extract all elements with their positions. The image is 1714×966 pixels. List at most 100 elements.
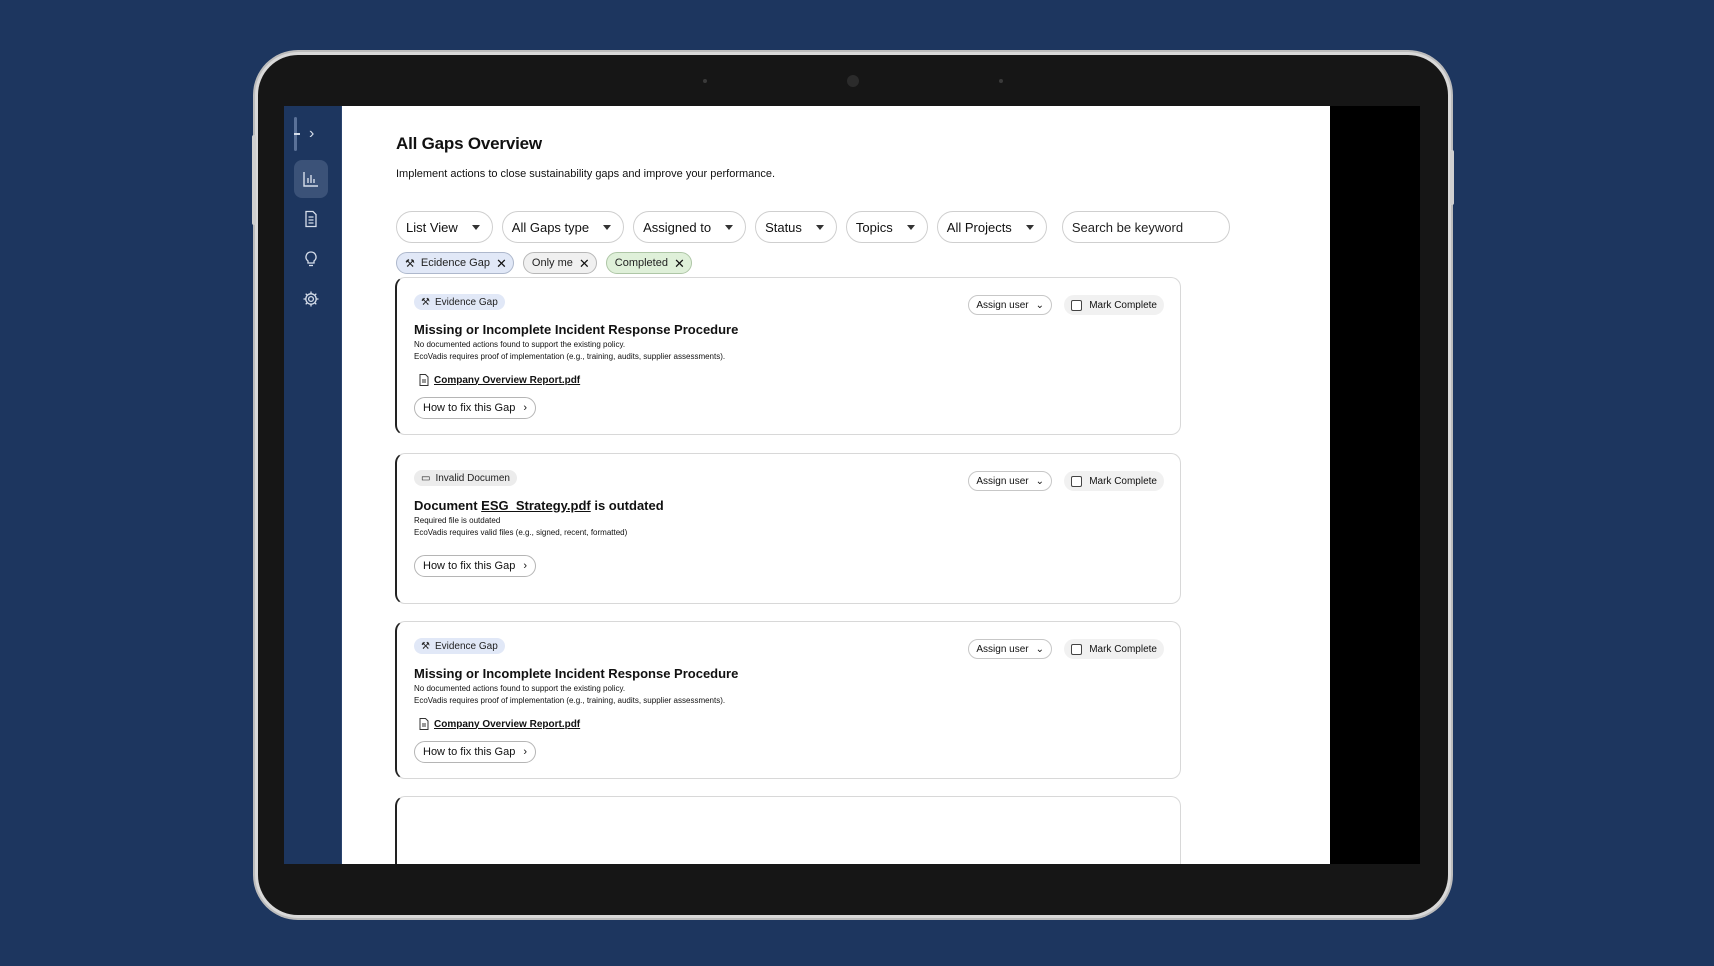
file-icon: [419, 718, 429, 730]
chip-label: Only me: [531, 257, 573, 269]
file-icon: [419, 374, 429, 386]
checkbox-icon: [1071, 643, 1083, 655]
mark-complete-checkbox[interactable]: Mark Complete: [1064, 295, 1164, 315]
search-input[interactable]: [1061, 211, 1230, 243]
gap-description: No documented actions found to support t…: [414, 340, 626, 349]
sidebar: ›: [284, 106, 342, 864]
tools-icon: ⚒: [405, 257, 415, 270]
assign-label: Assign user: [976, 475, 1029, 487]
document-link[interactable]: ESG_Strategy.pdf: [481, 498, 591, 513]
assign-label: Assign user: [976, 299, 1029, 311]
gap-title: Missing or Incomplete Incident Response …: [414, 322, 739, 337]
chevron-right-icon: ›: [523, 402, 527, 414]
fix-label: How to fix this Gap: [423, 560, 516, 572]
filter-label: Assigned to: [643, 219, 712, 235]
gap-card: [395, 796, 1181, 864]
filter-label: Status: [765, 219, 802, 235]
page-subtitle: Implement actions to close sustainabilit…: [396, 168, 776, 180]
caret-down-icon: [471, 224, 480, 230]
filter-label: All Projects: [946, 219, 1012, 235]
lightbulb-icon: [305, 251, 317, 267]
attachment-link[interactable]: Company Overview Report.pdf: [419, 374, 580, 386]
close-icon[interactable]: ✕: [579, 257, 590, 270]
close-icon[interactable]: ✕: [674, 257, 685, 270]
title-prefix: Document: [414, 498, 482, 513]
gap-title: Document ESG_Strategy.pdf is outdated: [414, 498, 664, 513]
fix-label: How to fix this Gap: [423, 746, 516, 758]
assign-user-dropdown[interactable]: Assign user ⌄: [968, 295, 1052, 315]
filter-bar: List View All Gaps type Assigned to Stat…: [396, 211, 1230, 243]
mark-label: Mark Complete: [1089, 299, 1157, 311]
chip-only-me[interactable]: Only me ✕: [522, 252, 597, 274]
chevron-down-icon: ⌄: [1035, 299, 1044, 311]
gap-card: ▭ Invalid Documen Assign user ⌄ Mark Com…: [395, 453, 1181, 604]
assign-user-dropdown[interactable]: Assign user ⌄: [968, 639, 1052, 659]
chip-evidence-gap[interactable]: ⚒ Ecidence Gap ✕: [396, 252, 514, 274]
caret-down-icon: [906, 224, 915, 230]
tools-icon: ⚒: [421, 640, 430, 652]
how-to-fix-button[interactable]: How to fix this Gap ›: [414, 741, 536, 763]
mark-complete-checkbox[interactable]: Mark Complete: [1064, 471, 1164, 491]
sidebar-item-settings[interactable]: [294, 280, 328, 318]
filter-projects-dropdown[interactable]: All Projects: [936, 211, 1047, 243]
checkbox-icon: [1071, 475, 1083, 487]
gap-type-tag: ⚒ Evidence Gap: [414, 638, 505, 654]
page-title: All Gaps Overview: [396, 134, 542, 153]
tablet-frame: › All Gaps Overview Implement actions to…: [252, 55, 1454, 915]
active-filter-chips: ⚒ Ecidence Gap ✕ Only me ✕ Completed ✕: [396, 252, 692, 274]
tools-icon: ⚒: [421, 296, 430, 308]
filter-label: List View: [406, 219, 458, 235]
filter-gaps-type-dropdown[interactable]: All Gaps type: [501, 211, 625, 243]
sensor-dot: [999, 79, 1003, 83]
caret-down-icon: [1025, 224, 1034, 230]
filter-status-dropdown[interactable]: Status: [755, 211, 837, 243]
mark-complete-checkbox[interactable]: Mark Complete: [1064, 639, 1164, 659]
gap-card: ⚒ Evidence Gap Assign user ⌄ Mark Comple…: [395, 621, 1181, 779]
mark-label: Mark Complete: [1089, 475, 1157, 487]
fix-label: How to fix this Gap: [423, 402, 516, 414]
attachment-name[interactable]: Company Overview Report.pdf: [434, 375, 580, 386]
close-icon[interactable]: ✕: [496, 257, 507, 270]
caret-down-icon: [603, 224, 612, 230]
chevron-right-icon: ›: [523, 560, 527, 572]
sidebar-item-documents[interactable]: [294, 200, 328, 238]
checkbox-icon: [1071, 299, 1083, 311]
tag-label: Evidence Gap: [434, 296, 498, 308]
gap-title: Missing or Incomplete Incident Response …: [414, 666, 739, 681]
sidebar-toggle[interactable]: ›: [294, 116, 334, 152]
attachment-name[interactable]: Company Overview Report.pdf: [434, 719, 580, 730]
sidebar-resize-handle[interactable]: [294, 117, 300, 151]
screen: › All Gaps Overview Implement actions to…: [284, 106, 1420, 864]
comment-icon: ▭: [421, 472, 431, 484]
gap-type-tag: ⚒ Evidence Gap: [414, 294, 505, 310]
tag-label: Invalid Documen: [435, 472, 510, 484]
caret-down-icon: [725, 224, 734, 230]
how-to-fix-button[interactable]: How to fix this Gap ›: [414, 555, 536, 577]
tablet-side-button: [252, 135, 256, 225]
title-suffix: is outdated: [590, 498, 664, 513]
filter-topics-dropdown[interactable]: Topics: [845, 211, 928, 243]
attachment-link[interactable]: Company Overview Report.pdf: [419, 718, 580, 730]
gap-type-tag: ▭ Invalid Documen: [414, 470, 517, 486]
filter-label: All Gaps type: [511, 219, 590, 235]
gap-description: Required file is outdated: [414, 516, 501, 525]
how-to-fix-button[interactable]: How to fix this Gap ›: [414, 397, 536, 419]
filter-view-dropdown[interactable]: List View: [396, 211, 493, 243]
document-icon: [305, 210, 317, 228]
tag-label: Evidence Gap: [434, 640, 498, 652]
mark-label: Mark Complete: [1089, 643, 1157, 655]
assign-user-dropdown[interactable]: Assign user ⌄: [968, 471, 1052, 491]
chip-label: Completed: [614, 257, 668, 269]
gap-description: No documented actions found to support t…: [414, 684, 626, 693]
sidebar-item-dashboard[interactable]: [294, 160, 328, 198]
gap-requirement: EcoVadis requires proof of implementatio…: [414, 352, 726, 361]
gap-card: ⚒ Evidence Gap Assign user ⌄ Mark Comple…: [395, 277, 1181, 435]
chip-completed[interactable]: Completed ✕: [605, 252, 692, 274]
sidebar-item-insights[interactable]: [294, 240, 328, 278]
bar-chart-icon: [303, 172, 318, 187]
filter-label: Topics: [855, 219, 893, 235]
sensor-dot: [703, 79, 707, 83]
main-content: All Gaps Overview Implement actions to c…: [342, 106, 1330, 864]
filter-assigned-dropdown[interactable]: Assigned to: [633, 211, 747, 243]
chevron-down-icon: ⌄: [1035, 475, 1044, 487]
